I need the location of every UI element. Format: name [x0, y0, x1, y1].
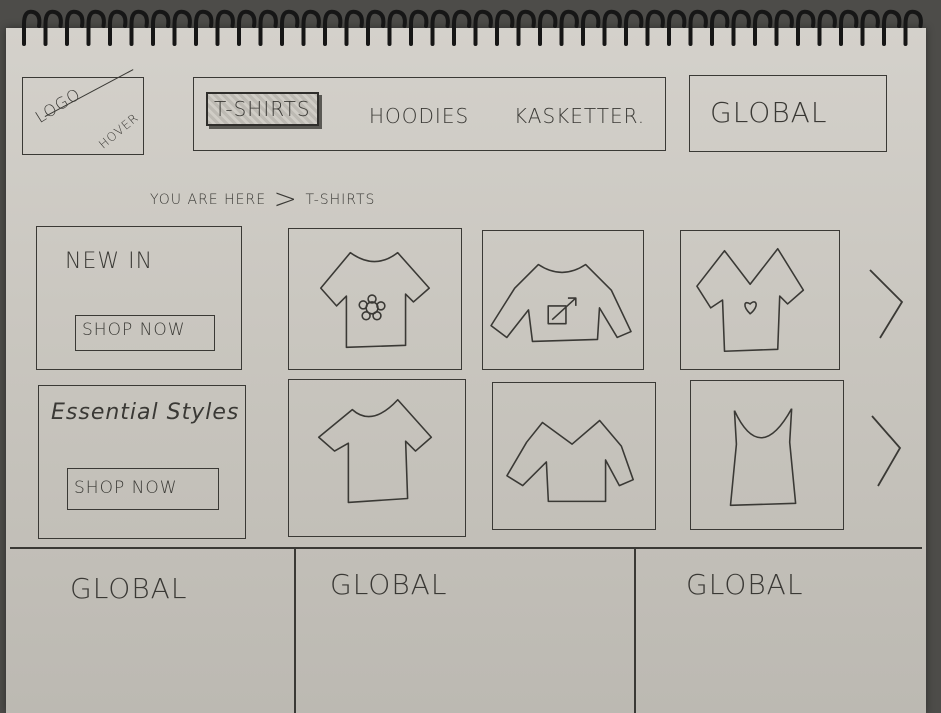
product-tile[interactable] — [690, 380, 844, 530]
chevron-right-icon — [871, 415, 902, 487]
tanktop-icon — [729, 408, 797, 507]
footer-global-3[interactable]: GLOBAL — [686, 568, 803, 601]
logo[interactable]: LOGO HOVER — [22, 69, 144, 155]
product-tile[interactable] — [482, 230, 644, 370]
footer-global-1[interactable]: GLOBAL — [70, 572, 187, 605]
product-tile[interactable] — [492, 382, 656, 530]
product-tile[interactable] — [680, 230, 840, 370]
nav-tab-hoodies[interactable]: HOODIES — [369, 104, 469, 128]
shop-now-button[interactable]: SHOP NOW — [67, 468, 219, 510]
spiral-binding-icon — [22, 9, 923, 46]
footer-divider — [10, 547, 922, 549]
promo-title: NEW IN — [65, 249, 154, 274]
logo-text: LOGO — [31, 84, 85, 127]
main-nav: T-SHIRTS HOODIES KASKETTER. — [193, 77, 666, 151]
carousel-next-row-1[interactable] — [866, 262, 906, 346]
tshirt-plain-icon — [317, 398, 433, 504]
breadcrumb: YOU ARE HERE > T-SHIRTS — [150, 178, 375, 215]
footer-column-divider — [294, 549, 296, 713]
sweater-arrow-icon — [490, 263, 632, 343]
footer-column-divider — [634, 549, 636, 713]
chevron-right-icon — [869, 269, 904, 339]
breadcrumb-separator: > — [273, 182, 298, 215]
header-global-label: GLOBAL — [710, 96, 828, 129]
nav-tab-tshirts[interactable]: T-SHIRTS — [206, 92, 319, 126]
header-global-box[interactable]: GLOBAL — [689, 75, 887, 152]
carousel-next-row-2[interactable] — [866, 412, 906, 496]
promo-new-in: NEW IN SHOP NOW — [36, 226, 242, 370]
footer-global-2[interactable]: GLOBAL — [330, 568, 447, 601]
nav-tab-kasketter[interactable]: KASKETTER. — [514, 104, 645, 128]
breadcrumb-prefix: YOU ARE HERE — [150, 192, 267, 208]
logo-hover-text: HOVER — [96, 110, 142, 152]
sweater-vneck-icon — [506, 419, 634, 503]
product-tile[interactable] — [288, 379, 466, 537]
breadcrumb-current[interactable]: T-SHIRTS — [305, 192, 375, 208]
vneck-heart-icon — [696, 247, 805, 353]
product-tile[interactable] — [288, 228, 462, 370]
tshirt-flower-icon — [319, 251, 431, 349]
shop-now-button[interactable]: SHOP NOW — [75, 315, 215, 351]
promo-essential-styles: Essential Styles SHOP NOW — [38, 385, 246, 539]
promo-title: Essential Styles — [51, 400, 240, 425]
